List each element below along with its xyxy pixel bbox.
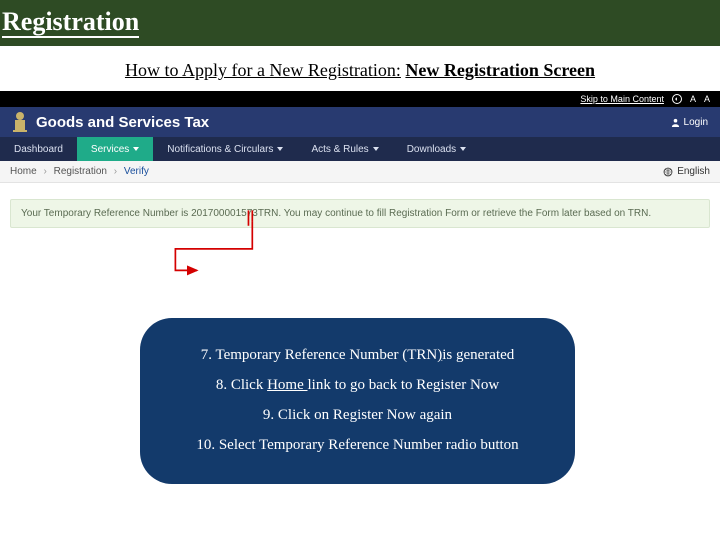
globe-icon (663, 167, 673, 177)
menu-dashboard[interactable]: Dashboard (0, 137, 77, 161)
chevron-right-icon: › (114, 166, 117, 177)
crumb-verify: Verify (124, 166, 149, 177)
instruction-callout: 7. Temporary Reference Number (TRN)is ge… (140, 318, 575, 484)
menu-services-label: Services (91, 144, 129, 155)
menu-notifications-label: Notifications & Circulars (167, 144, 273, 155)
language-label: English (677, 166, 710, 177)
subheading-prefix: How to Apply for a New Registration: (125, 60, 401, 80)
breadcrumb: Home › Registration › Verify English (0, 161, 720, 183)
crumb-home[interactable]: Home (10, 166, 37, 177)
font-decrease[interactable]: A (704, 94, 710, 104)
menu-acts[interactable]: Acts & Rules (297, 137, 392, 161)
menu-dashboard-label: Dashboard (14, 144, 63, 155)
language-selector[interactable]: English (663, 166, 710, 177)
chevron-down-icon (277, 147, 283, 151)
step-10: 10. Select Temporary Reference Number ra… (166, 430, 549, 460)
subheading-suffix: New Registration Screen (405, 60, 595, 80)
slide-title: Registration (2, 8, 139, 39)
menu-notifications[interactable]: Notifications & Circulars (153, 137, 297, 161)
slide-subheading: How to Apply for a New Registration: New… (0, 60, 720, 81)
menu-downloads[interactable]: Downloads (393, 137, 480, 161)
step-8: 8. Click Home link to go back to Registe… (166, 370, 549, 400)
site-title: Goods and Services Tax (36, 114, 209, 131)
emblem-icon (12, 111, 28, 133)
menu-acts-label: Acts & Rules (311, 144, 368, 155)
crumb-registration[interactable]: Registration (54, 166, 107, 177)
chevron-down-icon (133, 147, 139, 151)
accessibility-strip: Skip to Main Content ◐ A A (0, 91, 720, 107)
page-content: Your Temporary Reference Number is 20170… (0, 183, 720, 268)
menu-services[interactable]: Services (77, 137, 153, 161)
user-icon (671, 118, 680, 127)
step-7: 7. Temporary Reference Number (TRN)is ge… (166, 340, 549, 370)
chevron-down-icon (373, 147, 379, 151)
login-link[interactable]: Login (671, 117, 708, 128)
slide-title-band: Registration (0, 0, 720, 46)
font-increase[interactable]: A (690, 94, 696, 104)
login-label: Login (684, 117, 708, 128)
brand-bar: Goods and Services Tax Login (0, 107, 720, 137)
screenshot-region: Skip to Main Content ◐ A A Goods and Ser… (0, 91, 720, 268)
skip-link[interactable]: Skip to Main Content (580, 94, 664, 104)
main-menu: Dashboard Services Notifications & Circu… (0, 137, 720, 161)
step-9: 9. Click on Register Now again (166, 400, 549, 430)
trn-alert: Your Temporary Reference Number is 20170… (10, 199, 710, 228)
trn-alert-text: Your Temporary Reference Number is 20170… (21, 208, 651, 219)
contrast-icon[interactable]: ◐ (672, 94, 682, 104)
chevron-down-icon (460, 147, 466, 151)
chevron-right-icon: › (43, 166, 46, 177)
menu-downloads-label: Downloads (407, 144, 456, 155)
